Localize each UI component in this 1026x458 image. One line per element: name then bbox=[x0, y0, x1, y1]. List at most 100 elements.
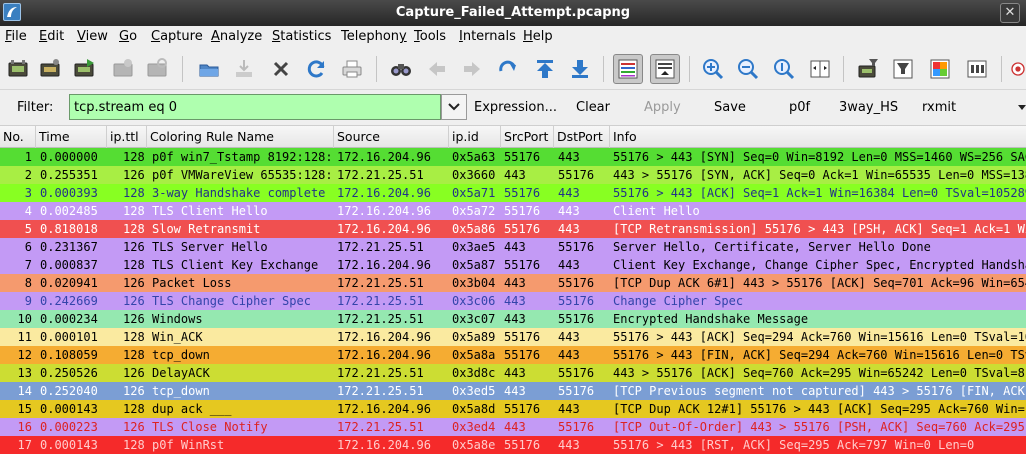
packet-row[interactable]: 11 0.000101 128 Win_ACK 172.16.204.96 0x5a89 5… bbox=[0, 328, 1026, 346]
stop-capture-icon[interactable] bbox=[108, 54, 138, 84]
clear-button[interactable]: Clear bbox=[576, 100, 610, 115]
column-header-dstport[interactable]: DstPort bbox=[554, 126, 610, 148]
cell-ttl: 128 bbox=[123, 186, 145, 200]
resize-columns-icon[interactable] bbox=[805, 54, 835, 84]
packet-row[interactable]: 4 0.002485 128 TLS Client Hello 172.16.204.9… bbox=[0, 202, 1026, 220]
packet-row[interactable]: 12 0.108059 128 tcp_down 172.16.204.96 0x5a8a… bbox=[0, 346, 1026, 364]
menu-go[interactable]: Go bbox=[119, 29, 137, 44]
packet-row[interactable]: 17 0.000143 128 p0f WinRst 172.16.204.96 0x5a… bbox=[0, 436, 1026, 454]
menu-view[interactable]: View bbox=[77, 29, 108, 44]
cell-source: 172.16.204.96 bbox=[337, 258, 431, 272]
filter-button-p0f[interactable]: p0f bbox=[789, 100, 810, 115]
cell-source: 172.21.25.51 bbox=[337, 276, 424, 290]
cell-rule: tcp_down bbox=[152, 384, 210, 398]
packet-list: No. Time ip.ttl Coloring Rule Name Sourc… bbox=[0, 126, 1026, 458]
zoom-out-icon[interactable] bbox=[733, 54, 763, 84]
packet-row[interactable]: 10 0.000234 126 Windows 172.21.25.51 0x3c07 44… bbox=[0, 310, 1026, 328]
column-header-no[interactable]: No. bbox=[0, 126, 36, 148]
apply-button[interactable]: Apply bbox=[644, 100, 681, 115]
display-filters-icon[interactable] bbox=[888, 54, 918, 84]
cell-ttl: 126 bbox=[123, 312, 145, 326]
colorize-icon[interactable] bbox=[613, 54, 643, 84]
go-last-packet-icon[interactable] bbox=[565, 54, 595, 84]
menu-file[interactable]: File bbox=[5, 29, 27, 44]
column-header-coloring-rule[interactable]: Coloring Rule Name bbox=[147, 126, 334, 148]
packet-row[interactable]: 2 0.255351 126 p0f VMWareView 65535:128:1 17… bbox=[0, 166, 1026, 184]
cell-rule: dup ack ___ bbox=[152, 402, 232, 416]
find-packet-icon[interactable] bbox=[386, 54, 416, 84]
packet-row[interactable]: 9 0.242669 126 TLS Change Cipher Spec 172.21… bbox=[0, 292, 1026, 310]
cell-source: 172.21.25.51 bbox=[337, 384, 424, 398]
display-filter-input[interactable] bbox=[69, 94, 441, 120]
zoom-normal-icon[interactable] bbox=[769, 54, 799, 84]
packet-row[interactable]: 5 0.818018 128 Slow Retransmit 172.16.204.96… bbox=[0, 220, 1026, 238]
packet-row[interactable]: 13 0.250526 126 DelayACK 172.21.25.51 0x3d8c 4… bbox=[0, 364, 1026, 382]
menu-statistics[interactable]: Statistics bbox=[272, 29, 331, 44]
window-title: Capture_Failed_Attempt.pcapng bbox=[395, 5, 631, 20]
reload-icon[interactable] bbox=[301, 54, 331, 84]
close-window-button[interactable]: ✕ bbox=[1000, 3, 1020, 23]
packet-row[interactable]: 1 0.000000 128 p0f win7_Tstamp 8192:128: 172… bbox=[0, 148, 1026, 166]
go-first-packet-icon[interactable] bbox=[530, 54, 560, 84]
start-capture-icon[interactable] bbox=[69, 54, 99, 84]
packet-row[interactable]: 7 0.000837 128 TLS Client Key Exchange 172.1… bbox=[0, 256, 1026, 274]
column-header-srcport[interactable]: SrcPort bbox=[501, 126, 554, 148]
column-header-ip-ttl[interactable]: ip.ttl bbox=[107, 126, 147, 148]
filter-button-rxmit[interactable]: rxmit bbox=[922, 100, 956, 115]
packet-row[interactable]: 15 0.000143 128 dup ack ___ 172.16.204.96 0x5… bbox=[0, 400, 1026, 418]
coloring-rules-icon[interactable] bbox=[925, 54, 955, 84]
go-forward-icon[interactable] bbox=[457, 54, 487, 84]
preferences-icon[interactable] bbox=[962, 54, 992, 84]
menu-capture[interactable]: Capture bbox=[151, 29, 203, 44]
expression-button[interactable]: Expression... bbox=[474, 100, 557, 115]
menu-tools[interactable]: Tools bbox=[414, 29, 446, 44]
cell-rule: Win_ACK bbox=[152, 330, 203, 344]
packet-row[interactable]: 8 0.020941 126 Packet Loss 172.21.25.51 0x3b0… bbox=[0, 274, 1026, 292]
packet-row[interactable]: 16 0.000223 126 TLS Close Notify 172.21.25.5… bbox=[0, 418, 1026, 436]
auto-scroll-icon[interactable] bbox=[650, 54, 680, 84]
restart-capture-icon[interactable] bbox=[142, 54, 172, 84]
cell-dstport: 443 bbox=[558, 348, 580, 362]
go-to-packet-icon[interactable] bbox=[493, 54, 523, 84]
packet-row[interactable]: 6 0.231367 126 TLS Server Hello 172.21.25.51… bbox=[0, 238, 1026, 256]
capture-options-icon[interactable] bbox=[35, 54, 65, 84]
cell-info: 55176 > 443 [SYN] Seq=0 Win=8192 Len=0 M… bbox=[613, 150, 1026, 164]
cell-ttl: 128 bbox=[123, 438, 145, 452]
cell-dstport: 55176 bbox=[558, 294, 595, 308]
cell-no: 6 bbox=[24, 240, 32, 254]
menu-help[interactable]: Help bbox=[523, 29, 553, 44]
save-filter-button[interactable]: Save bbox=[714, 100, 746, 115]
cell-no: 5 bbox=[24, 222, 32, 236]
save-file-icon[interactable] bbox=[229, 54, 259, 84]
more-filters-chevron-icon[interactable] bbox=[1018, 105, 1026, 111]
zoom-in-icon[interactable] bbox=[698, 54, 728, 84]
cell-info: Server Hello, Certificate, Server Hello … bbox=[613, 240, 931, 254]
cell-rule: DelayACK bbox=[152, 366, 210, 380]
packet-row[interactable]: 14 0.252040 126 tcp_down 172.21.25.51 0x3ed5 4… bbox=[0, 382, 1026, 400]
interfaces-icon[interactable] bbox=[3, 54, 33, 84]
column-header-time[interactable]: Time bbox=[36, 126, 107, 148]
close-file-icon[interactable] bbox=[266, 54, 296, 84]
filter-button-3way-hs[interactable]: 3way_HS bbox=[839, 100, 898, 115]
cell-source: 172.16.204.96 bbox=[337, 402, 431, 416]
help-icon[interactable] bbox=[1010, 54, 1026, 84]
cell-srcport: 55176 bbox=[504, 222, 541, 236]
menu-telephony[interactable]: Telephony bbox=[341, 29, 407, 44]
cell-srcport: 55176 bbox=[504, 330, 541, 344]
packet-row[interactable]: 3 0.000393 128 3-way Handshake complete ! 17… bbox=[0, 184, 1026, 202]
menu-internals[interactable]: Internals bbox=[459, 29, 516, 44]
menu-analyze[interactable]: Analyze bbox=[211, 29, 262, 44]
column-header-info[interactable]: Info bbox=[610, 126, 1026, 148]
capture-filters-icon[interactable] bbox=[853, 54, 883, 84]
go-back-icon[interactable] bbox=[422, 54, 452, 84]
filter-history-dropdown[interactable] bbox=[441, 94, 467, 120]
column-header-source[interactable]: Source bbox=[334, 126, 449, 148]
column-header-ip-id[interactable]: ip.id bbox=[449, 126, 501, 148]
menu-edit[interactable]: Edit bbox=[39, 29, 64, 44]
cell-ip-id: 0x5a72 bbox=[452, 204, 496, 218]
cell-ttl: 126 bbox=[123, 276, 145, 290]
toolbar-separator bbox=[603, 56, 604, 82]
print-icon[interactable] bbox=[337, 54, 367, 84]
open-file-icon[interactable] bbox=[194, 54, 224, 84]
cell-time: 0.000223 bbox=[40, 420, 98, 434]
